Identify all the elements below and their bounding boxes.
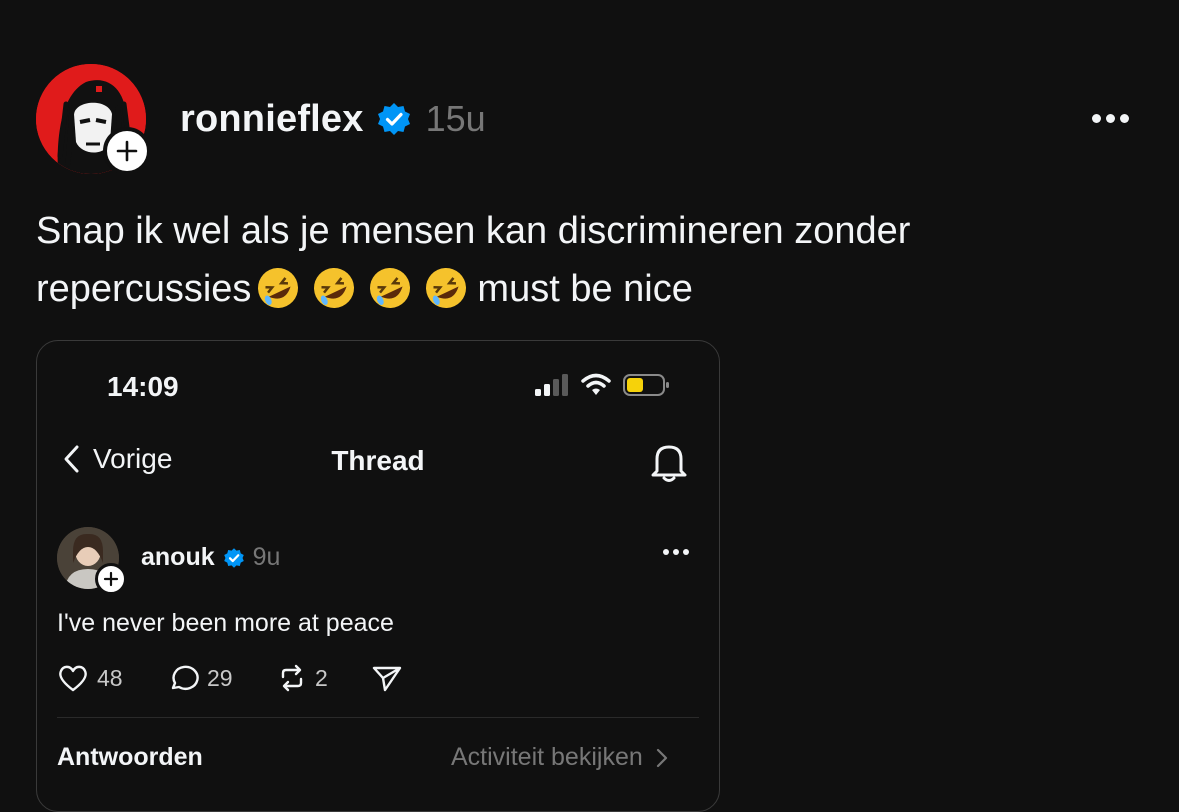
post-text-end: must be nice — [477, 268, 693, 310]
post-text-line-1: Snap ik wel als je mensen kan discrimine… — [36, 210, 911, 252]
repost-count: 2 — [315, 664, 328, 691]
verified-badge-icon — [223, 547, 244, 568]
more-options-icon[interactable] — [1086, 104, 1134, 132]
post-timestamp: 15u — [425, 98, 486, 139]
like-count: 48 — [97, 664, 123, 691]
share-button[interactable] — [371, 663, 403, 693]
follow-button[interactable] — [103, 127, 151, 175]
like-button[interactable]: 48 — [57, 663, 167, 693]
verified-badge-icon — [377, 103, 410, 135]
status-bar-time: 14:09 — [107, 371, 179, 402]
replies-heading: Antwoorden — [57, 743, 203, 771]
thread-post-text: I've never been more at peace — [57, 609, 394, 637]
battery-icon — [623, 374, 669, 396]
plus-icon — [116, 140, 138, 162]
chevron-right-icon — [656, 748, 667, 767]
repost-icon — [281, 664, 303, 692]
thread-post-timestamp: 9u — [252, 543, 281, 571]
author-username[interactable]: ronnieflex — [180, 98, 364, 141]
post-text-start: repercussies — [36, 268, 252, 310]
view-activity-link[interactable]: Activiteit bekijken — [451, 743, 669, 772]
rolling-laughing-emoji — [370, 268, 411, 308]
bell-glyph — [651, 445, 687, 482]
signal-icon — [535, 374, 568, 396]
thread-follow-button[interactable] — [95, 563, 127, 595]
rolling-laughing-emoji — [314, 268, 355, 308]
view-activity-label: Activiteit bekijken — [451, 743, 643, 771]
rolling-laughing-emoji — [426, 268, 467, 308]
comment-icon — [171, 665, 199, 690]
thread-author-line: anouk 9u — [141, 543, 280, 572]
wifi-icon — [581, 373, 611, 395]
bell-icon[interactable] — [649, 441, 689, 488]
rolling-laughing-emoji — [258, 268, 299, 308]
reply-count: 29 — [207, 664, 233, 691]
divider — [57, 717, 699, 718]
thread-more-options-icon[interactable] — [663, 549, 689, 555]
heart-icon — [59, 665, 87, 692]
post-body: Snap ik wel als je mensen kan discrimine… — [36, 202, 1036, 318]
thread-action-bar: 48 29 2 — [57, 663, 403, 693]
author-line: ronnieflex 15u — [180, 96, 486, 142]
embedded-screenshot[interactable]: 14:09 Vorige Thread anouk 9u I've never … — [36, 340, 720, 812]
emoji-group — [255, 265, 469, 311]
status-bar-icons — [535, 373, 671, 397]
thread-author-username[interactable]: anouk — [141, 543, 215, 572]
repost-button[interactable]: 2 — [277, 663, 371, 693]
post-text-line-2: repercussies must be nice — [36, 260, 1036, 318]
plus-icon — [103, 571, 119, 587]
send-icon — [372, 666, 402, 692]
nav-title: Thread — [331, 445, 425, 476]
reply-button[interactable]: 29 — [167, 663, 277, 693]
thread-post: ronnieflex 15u Snap ik wel als je mensen… — [0, 0, 1179, 812]
